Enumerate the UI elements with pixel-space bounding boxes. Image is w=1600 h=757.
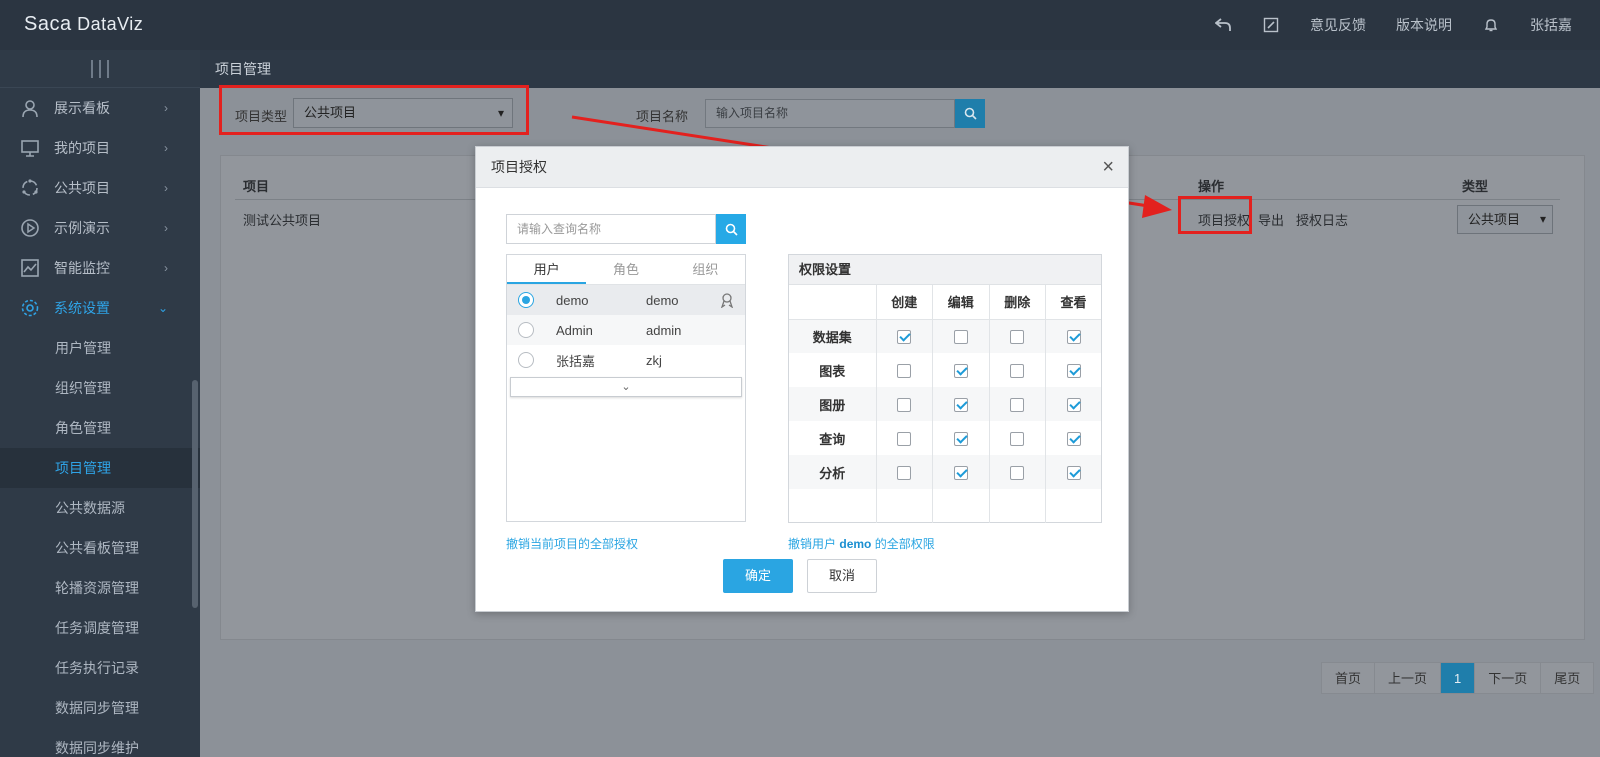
perm-checkbox[interactable] bbox=[953, 465, 968, 480]
table-row: 查询 bbox=[789, 421, 1101, 455]
user-radio[interactable] bbox=[518, 292, 534, 308]
perm-checkbox[interactable] bbox=[953, 431, 968, 446]
user-name: Admin bbox=[556, 322, 593, 338]
revoke-user-link[interactable]: 撤销用户 demo 的全部权限 bbox=[788, 535, 935, 552]
dialog-title: 项目授权 bbox=[491, 159, 547, 175]
perm-row-label: 分析 bbox=[789, 455, 877, 489]
user-login: zkj bbox=[646, 352, 662, 368]
perm-col-create: 创建 bbox=[876, 285, 933, 320]
permission-title: 权限设置 bbox=[789, 255, 1101, 285]
user-name: 张括嘉 bbox=[556, 353, 596, 369]
perm-col-delete: 删除 bbox=[989, 285, 1046, 320]
list-item[interactable]: demo demo bbox=[507, 285, 745, 315]
tab-orgs[interactable]: 组织 bbox=[666, 255, 745, 284]
revoke-user-prefix: 撤销用户 bbox=[788, 537, 837, 551]
table-row-empty bbox=[789, 489, 1101, 523]
perm-row-label: 图表 bbox=[789, 353, 877, 387]
perm-checkbox[interactable] bbox=[1066, 465, 1081, 480]
double-chevron-down-icon: ⌄ bbox=[621, 381, 631, 393]
user-radio[interactable] bbox=[518, 352, 534, 368]
perm-checkbox[interactable] bbox=[1066, 330, 1081, 345]
perm-checkbox[interactable] bbox=[1066, 363, 1081, 378]
perm-col-view: 查看 bbox=[1045, 285, 1101, 320]
table-row: 图表 bbox=[789, 353, 1101, 387]
revoke-project-link[interactable]: 撤销当前项目的全部授权 bbox=[506, 535, 638, 552]
perm-col-blank bbox=[789, 285, 877, 320]
perm-checkbox[interactable] bbox=[953, 363, 968, 378]
user-name: demo bbox=[556, 292, 589, 308]
perm-checkbox[interactable] bbox=[1066, 431, 1081, 446]
perm-checkbox[interactable] bbox=[1010, 330, 1025, 345]
perm-checkbox[interactable] bbox=[1010, 431, 1025, 446]
project-authorization-dialog: 项目授权 × 请输入查询名称 用户 角色 组织 demo demo Admin … bbox=[475, 146, 1129, 612]
user-radio[interactable] bbox=[518, 322, 534, 338]
list-item[interactable]: 张括嘉 zkj bbox=[507, 345, 745, 375]
perm-row-label: 查询 bbox=[789, 421, 877, 455]
perm-checkbox[interactable] bbox=[897, 397, 912, 412]
table-row: 数据集 bbox=[789, 319, 1101, 353]
perm-col-edit: 编辑 bbox=[932, 285, 990, 320]
table-row: 图册 bbox=[789, 387, 1101, 421]
perm-checkbox[interactable] bbox=[1010, 397, 1025, 412]
permission-table: 创建 编辑 删除 查看 数据集 图表 图册 查询 分析 bbox=[789, 285, 1101, 523]
load-more-button[interactable]: ⌄ bbox=[510, 377, 742, 397]
perm-row-label: 数据集 bbox=[789, 319, 877, 353]
perm-checkbox[interactable] bbox=[897, 363, 912, 378]
principal-list: 用户 角色 组织 demo demo Admin admin 张括嘉 zkj ⌄ bbox=[506, 254, 746, 522]
perm-row-label: 图册 bbox=[789, 387, 877, 421]
revoke-user-suffix: 的全部权限 bbox=[874, 537, 935, 551]
user-badge-icon bbox=[719, 292, 735, 311]
confirm-button[interactable]: 确定 bbox=[723, 559, 793, 593]
tab-roles[interactable]: 角色 bbox=[586, 255, 665, 284]
cancel-button[interactable]: 取消 bbox=[807, 559, 877, 593]
user-login: demo bbox=[646, 292, 679, 308]
dialog-search-input[interactable]: 请输入查询名称 bbox=[506, 214, 716, 244]
user-login: admin bbox=[646, 322, 682, 338]
revoke-user-name: demo bbox=[839, 537, 872, 551]
perm-checkbox[interactable] bbox=[1010, 465, 1025, 480]
perm-checkbox[interactable] bbox=[1066, 397, 1081, 412]
perm-checkbox[interactable] bbox=[897, 431, 912, 446]
perm-checkbox[interactable] bbox=[1010, 363, 1025, 378]
tab-users[interactable]: 用户 bbox=[507, 255, 587, 284]
search-icon bbox=[725, 223, 738, 236]
perm-checkbox[interactable] bbox=[953, 397, 968, 412]
perm-checkbox[interactable] bbox=[953, 330, 968, 345]
table-row: 分析 bbox=[789, 455, 1101, 489]
permission-settings: 权限设置 创建 编辑 删除 查看 数据集 图表 图册 查询 分析 bbox=[788, 254, 1102, 523]
dialog-search-button[interactable] bbox=[716, 214, 746, 244]
perm-checkbox[interactable] bbox=[897, 330, 912, 345]
close-icon[interactable]: × bbox=[1102, 147, 1114, 188]
list-item[interactable]: Admin admin bbox=[507, 315, 745, 345]
perm-checkbox[interactable] bbox=[897, 465, 912, 480]
